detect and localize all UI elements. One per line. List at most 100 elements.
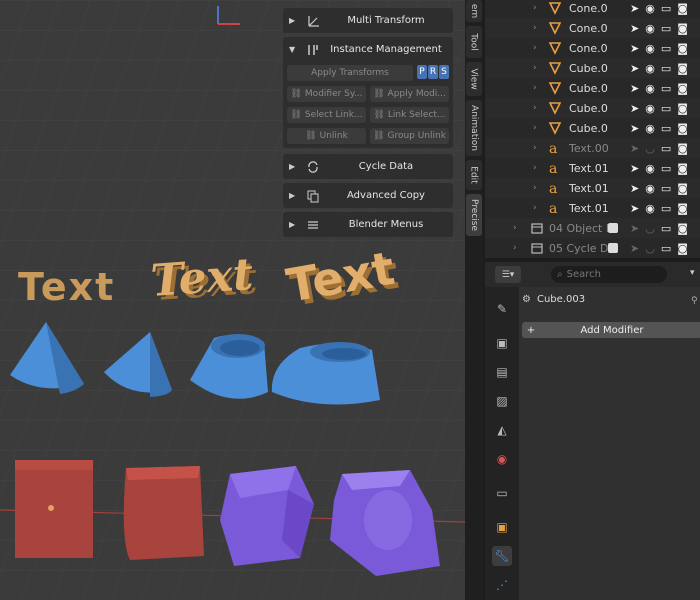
monitor-icon[interactable]: ▭ [661,142,671,155]
outliner-row[interactable]: › Cone.0 ➤ ◉ ▭ ◙ [485,18,700,38]
expand-icon[interactable]: › [533,103,537,113]
apply-transforms-button[interactable]: Apply Transforms [287,65,413,81]
select-arrow-icon[interactable]: ➤ [630,222,639,235]
select-arrow-icon[interactable]: ➤ [630,202,639,215]
tab-item[interactable]: em [466,0,482,22]
tab-collection[interactable]: ▭ [492,483,512,503]
tab-object[interactable]: ▣ [492,517,512,537]
expand-icon[interactable]: › [533,143,537,153]
eye-closed-icon[interactable]: ◡ [645,142,655,155]
outliner-row[interactable]: › 04 Object I ➤ ◡ ▭ ◙ [485,218,700,238]
camera-icon[interactable]: ◙ [677,122,688,135]
expand-icon[interactable]: › [533,43,537,53]
camera-icon[interactable]: ◙ [677,82,688,95]
monitor-icon[interactable]: ▭ [661,222,671,235]
outliner-row[interactable]: › a Text.01 ➤ ◉ ▭ ◙ [485,158,700,178]
select-arrow-icon[interactable]: ➤ [630,102,639,115]
expand-icon[interactable]: › [513,243,517,253]
expand-icon[interactable]: › [533,63,537,73]
eye-icon[interactable]: ◉ [645,2,655,15]
eye-icon[interactable]: ◉ [645,162,655,175]
camera-icon[interactable]: ◙ [677,42,688,55]
panel-header-instance[interactable]: ▼ Instance Management [287,37,449,62]
expand-icon[interactable]: › [533,203,537,213]
panel-cycle-data[interactable]: ▶ Cycle Data [283,154,453,179]
camera-icon[interactable]: ◙ [677,62,688,75]
tab-tool-properties[interactable]: ✎ [492,299,512,319]
pin-icon[interactable]: ⚲ [691,296,698,306]
cube-object-1[interactable] [15,460,93,558]
camera-icon[interactable]: ◙ [677,2,688,15]
tab-particles[interactable]: ⋰ [492,575,512,595]
camera-icon[interactable]: ◙ [677,102,688,115]
cube-object-2[interactable] [123,466,204,560]
tab-render[interactable]: ▣ [492,333,512,353]
apply-modifiers-button[interactable]: ⛓ Apply Modi... [370,86,449,102]
select-arrow-icon[interactable]: ➤ [630,42,639,55]
group-unlink-button[interactable]: ⛓ Group Unlink [370,128,449,144]
tab-view[interactable]: View [466,62,482,96]
select-linked-button[interactable]: ⛓ Select Link... [287,107,366,123]
apply-position-button[interactable]: P [417,65,427,79]
camera-icon[interactable]: ◙ [677,202,688,215]
select-arrow-icon[interactable]: ➤ [630,142,639,155]
tab-world[interactable]: ◉ [492,449,512,469]
select-arrow-icon[interactable]: ➤ [630,62,639,75]
outliner-row[interactable]: › a Text.01 ➤ ◉ ▭ ◙ [485,198,700,218]
panel-multi-transform[interactable]: ▶ Multi Transform [283,8,453,33]
outliner-row[interactable]: › Cone.0 ➤ ◉ ▭ ◙ [485,0,700,18]
camera-icon[interactable]: ◙ [677,242,688,255]
monitor-icon[interactable]: ▭ [661,182,671,195]
eye-icon[interactable]: ◉ [645,82,655,95]
eye-icon[interactable]: ◉ [645,122,655,135]
tab-output[interactable]: ▤ [492,362,512,382]
select-arrow-icon[interactable]: ➤ [630,122,639,135]
select-arrow-icon[interactable]: ➤ [630,242,639,255]
outliner-row[interactable]: › Cone.0 ➤ ◉ ▭ ◙ [485,38,700,58]
add-modifier-button[interactable]: + Add Modifier [522,322,700,338]
monitor-icon[interactable]: ▭ [661,202,671,215]
options-chevron-icon[interactable]: ▾ [690,268,695,278]
eye-icon[interactable]: ◉ [645,22,655,35]
select-arrow-icon[interactable]: ➤ [630,182,639,195]
outliner-row[interactable]: › a Text.00 ➤ ◡ ▭ ◙ [485,138,700,158]
select-arrow-icon[interactable]: ➤ [630,162,639,175]
cube-object-3[interactable] [220,466,314,566]
monitor-icon[interactable]: ▭ [661,102,671,115]
tab-tool[interactable]: Tool [466,26,482,58]
monitor-icon[interactable]: ▭ [661,42,671,55]
outliner-row[interactable]: › a Text.01 ➤ ◉ ▭ ◙ [485,178,700,198]
3d-viewport[interactable]: Text Text Text Text Text ▶ Multi Transfo… [0,0,465,600]
text-object-extruded[interactable]: Text Text [149,249,259,311]
eye-icon[interactable]: ◉ [645,202,655,215]
eye-closed-icon[interactable]: ◡ [645,222,655,235]
monitor-icon[interactable]: ▭ [661,82,671,95]
camera-icon[interactable]: ◙ [677,162,688,175]
expand-icon[interactable]: › [533,183,537,193]
monitor-icon[interactable]: ▭ [661,62,671,75]
eye-closed-icon[interactable]: ◡ [645,242,655,255]
search-input[interactable]: ⌕ Search [551,266,667,283]
expand-icon[interactable]: › [533,23,537,33]
select-arrow-icon[interactable]: ➤ [630,2,639,15]
select-arrow-icon[interactable]: ➤ [630,22,639,35]
tab-edit[interactable]: Edit [466,160,482,190]
monitor-icon[interactable]: ▭ [661,242,671,255]
eye-icon[interactable]: ◉ [645,102,655,115]
camera-icon[interactable]: ◙ [677,22,688,35]
unlink-button[interactable]: ⛓ Unlink [287,128,366,144]
tab-animation[interactable]: Animation [466,100,482,156]
monitor-icon[interactable]: ▭ [661,122,671,135]
checkbox[interactable] [608,243,618,253]
outliner-row[interactable]: › Cube.0 ➤ ◉ ▭ ◙ [485,78,700,98]
expand-icon[interactable]: › [533,83,537,93]
expand-icon[interactable]: › [533,3,537,13]
tab-scene[interactable]: ◭ [492,420,512,440]
panel-advanced-copy[interactable]: ▶ Advanced Copy [283,183,453,208]
link-selected-button[interactable]: ⛓ Link Select... [370,107,449,123]
tab-precise[interactable]: Precise [466,194,482,236]
tab-view-layer[interactable]: ▨ [492,391,512,411]
apply-rotation-button[interactable]: R [428,65,438,79]
expand-icon[interactable]: › [533,163,537,173]
expand-icon[interactable]: › [533,123,537,133]
